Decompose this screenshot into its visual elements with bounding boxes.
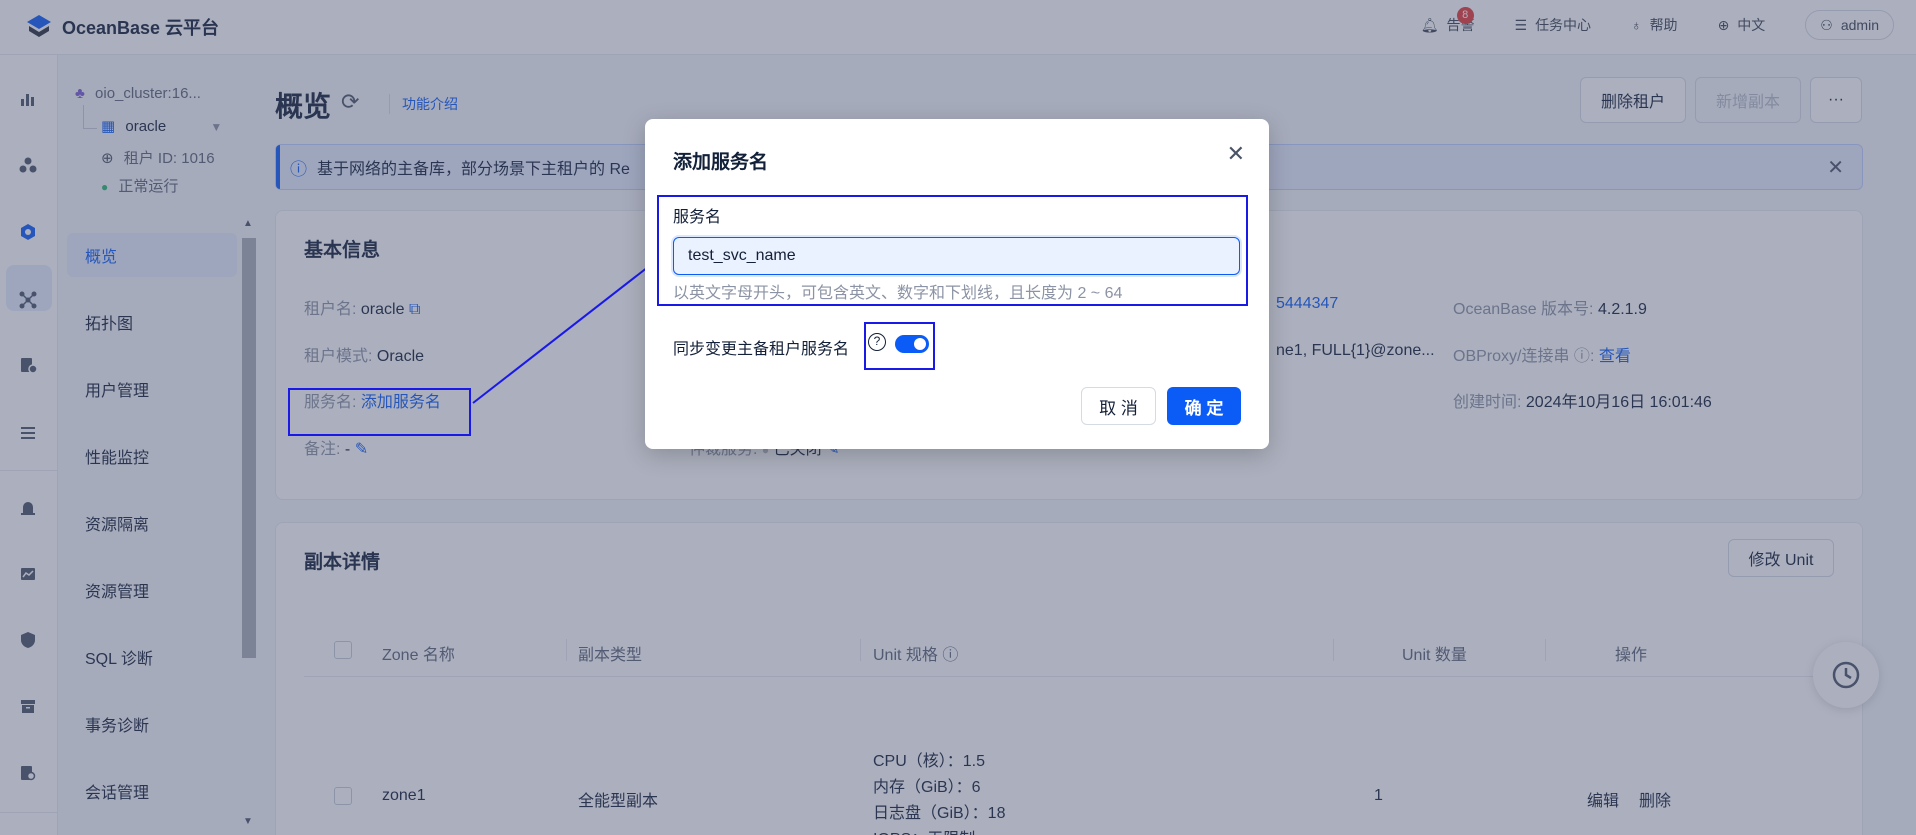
confirm-button[interactable]: 确 定: [1167, 387, 1241, 425]
cancel-button[interactable]: 取 消: [1081, 387, 1156, 425]
annotation-box: [864, 322, 935, 370]
sync-label: 同步变更主备租户服务名: [673, 341, 850, 358]
annotation-box: [657, 195, 1248, 306]
dialog-title: 添加服务名: [673, 152, 769, 173]
close-icon[interactable]: ✕: [1227, 141, 1245, 167]
